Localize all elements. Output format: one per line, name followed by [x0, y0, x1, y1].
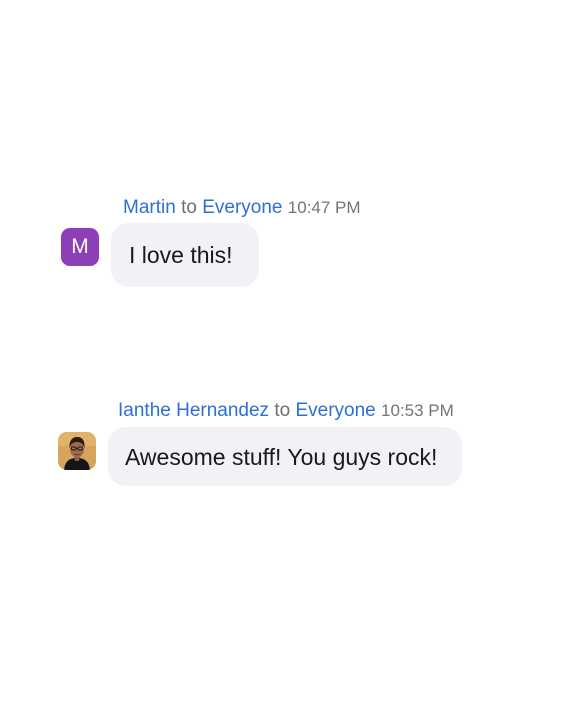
message-timestamp: 10:47 PM	[287, 198, 361, 217]
message-header: Martin to Everyone 10:47 PM	[123, 195, 361, 221]
profile-photo-icon	[58, 432, 96, 470]
chat-panel: Martin to Everyone 10:47 PM M I love thi…	[0, 0, 574, 719]
sender-name[interactable]: Martin	[123, 197, 176, 218]
message-text: I love this!	[129, 242, 233, 268]
recipient-connector: to	[181, 197, 197, 218]
message-header: Ianthe Hernandez to Everyone 10:53 PM	[118, 398, 454, 424]
sender-name[interactable]: Ianthe Hernandez	[118, 400, 269, 421]
recipient-name[interactable]: Everyone	[295, 400, 375, 421]
message-timestamp: 10:53 PM	[381, 401, 454, 420]
avatar[interactable]: M	[61, 228, 99, 266]
message-bubble[interactable]: I love this!	[111, 223, 259, 287]
recipient-connector: to	[274, 400, 291, 421]
message-bubble[interactable]: Awesome stuff! You guys rock!	[108, 427, 463, 486]
recipient-name[interactable]: Everyone	[202, 197, 282, 218]
avatar-initial: M	[71, 235, 89, 258]
message-text: Awesome stuff! You guys rock!	[125, 443, 438, 470]
avatar[interactable]	[58, 432, 96, 470]
